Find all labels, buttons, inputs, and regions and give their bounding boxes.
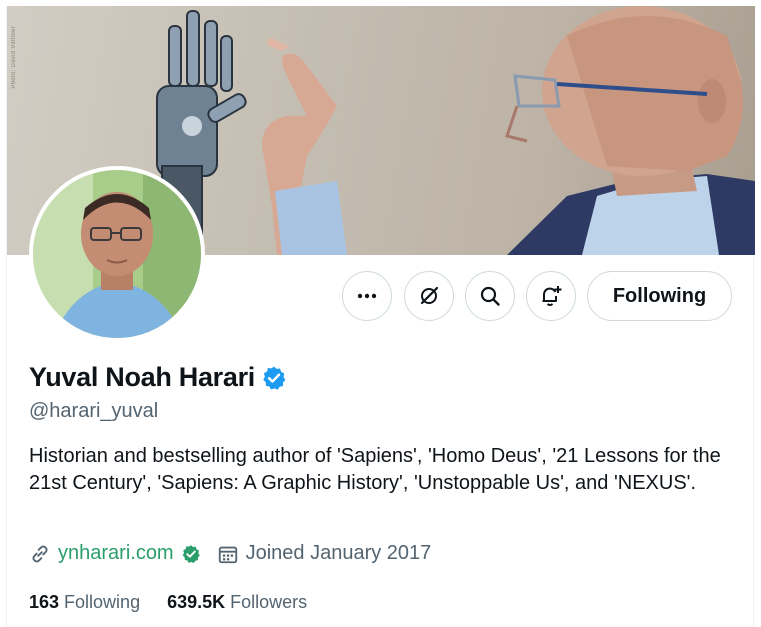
website-link[interactable]: ynharari.com: [58, 542, 174, 565]
avatar-photo: [33, 170, 201, 338]
followers-count: 639.5K: [167, 592, 226, 612]
more-horizontal-icon: [357, 293, 377, 299]
search-profile-button[interactable]: [465, 271, 515, 321]
display-name: Yuval Noah Harari: [29, 362, 255, 392]
followers-label: Followers: [230, 592, 308, 612]
joined-date: Joined January 2017: [245, 542, 432, 564]
grok-icon: [420, 286, 439, 305]
profile-handle: @harari_yuval: [29, 400, 159, 422]
verified-badge-icon[interactable]: [261, 365, 287, 391]
bell-plus-icon: [542, 286, 562, 306]
calendar-icon: [218, 546, 237, 563]
grok-button[interactable]: [404, 271, 454, 321]
more-options-button[interactable]: [342, 271, 392, 321]
following-label: Following: [64, 592, 141, 612]
followers-stat-link[interactable]: 639.5K Followers: [167, 592, 307, 613]
notifications-button[interactable]: [526, 271, 576, 321]
profile-meta: ynharari.com Joined January 2017: [29, 542, 431, 565]
profile-bio: Historian and bestselling author of 'Sap…: [29, 445, 721, 494]
following-stat-link[interactable]: 163 Following: [29, 592, 140, 613]
following-button[interactable]: Following: [587, 271, 732, 321]
profile-stats: 163 Following 639.5K Followers: [29, 592, 307, 613]
profile-page: Photo: David Vintiner Following Yuval No…: [6, 6, 755, 627]
following-count: 163: [29, 592, 60, 612]
profile-name-row: Yuval Noah Harari: [29, 362, 287, 393]
photo-credit: Photo: David Vintiner: [11, 26, 17, 89]
verified-link-icon: [182, 544, 200, 563]
link-icon: [32, 545, 48, 562]
profile-avatar[interactable]: [29, 166, 205, 342]
joined-item: Joined January 2017: [217, 542, 432, 565]
website-item: ynharari.com: [29, 542, 201, 565]
search-icon: [480, 286, 500, 306]
